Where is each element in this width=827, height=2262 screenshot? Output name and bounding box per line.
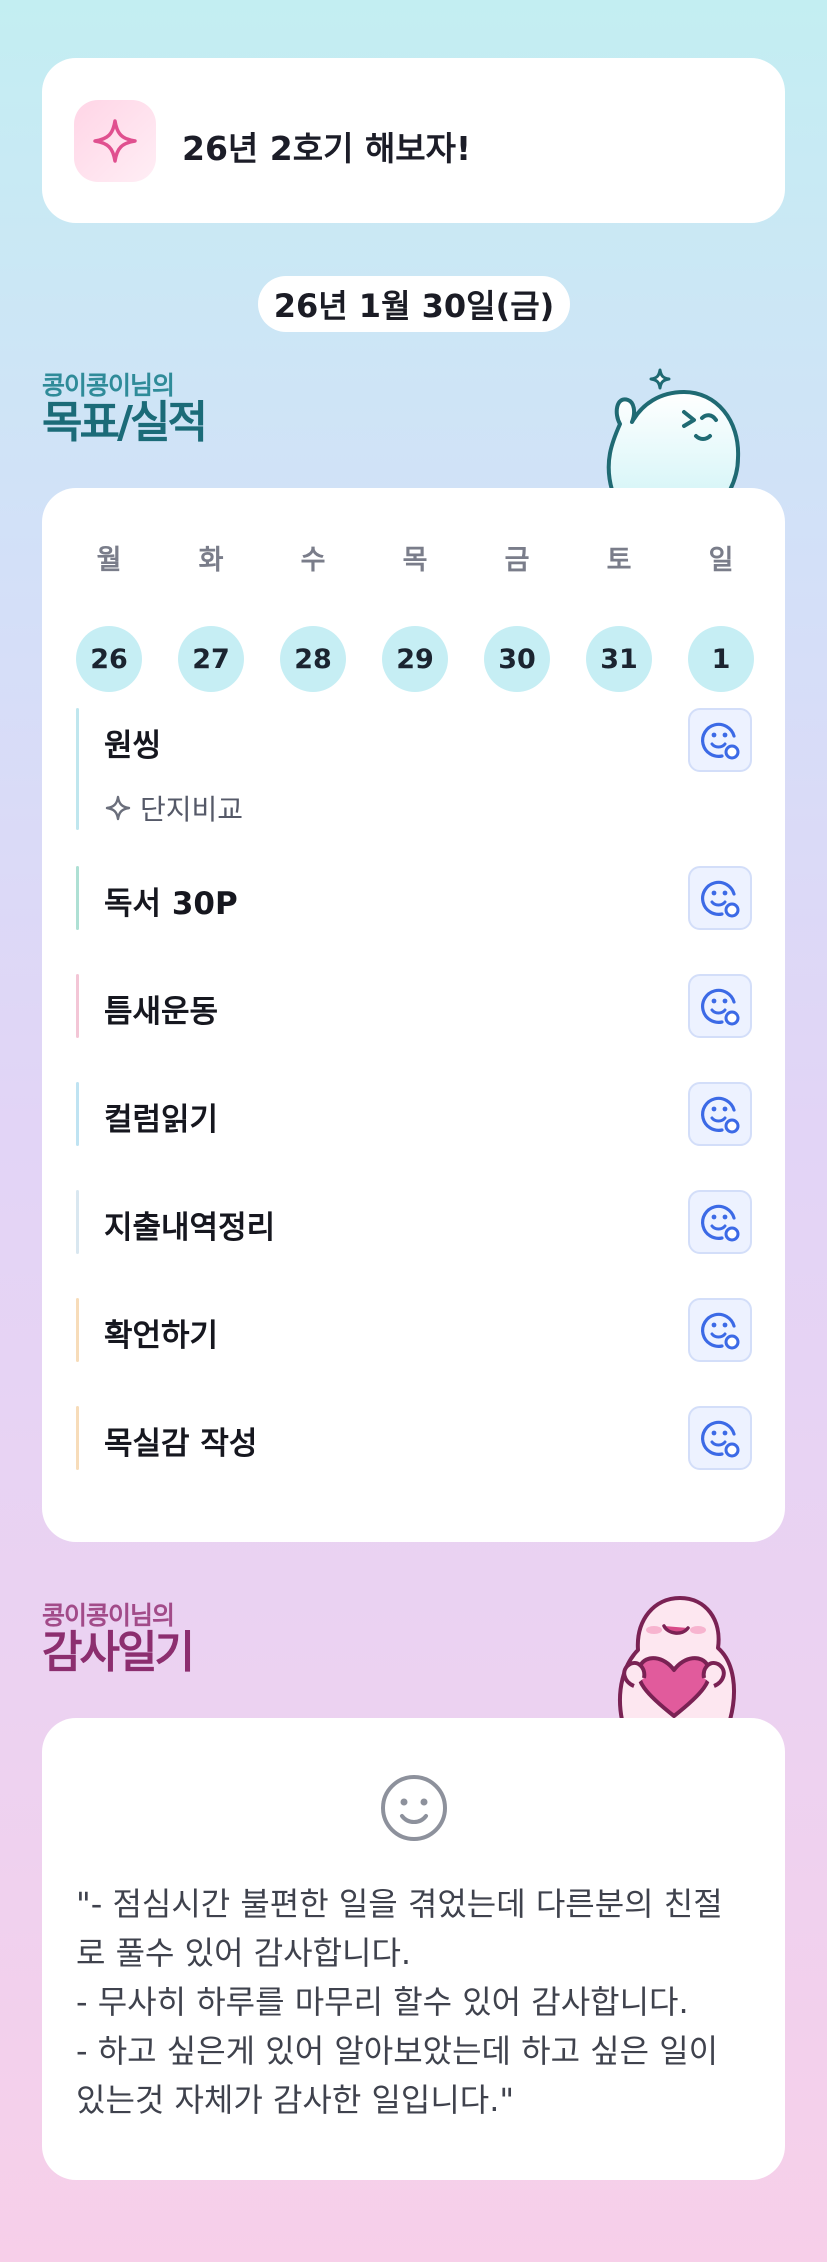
sparkle-icon <box>74 100 156 182</box>
date-circle[interactable]: 27 <box>178 626 244 692</box>
goal-text: 26년 2호기 해보자! <box>182 129 472 168</box>
diary-card[interactable]: "- 점심시간 불편한 일을 겪었는데 다른분의 친절 로 풀수 있어 감사합니… <box>42 1718 785 2180</box>
goal-color-bar <box>76 1190 79 1254</box>
goal-title: 틈새운동 <box>104 994 219 1030</box>
goal-item[interactable]: 지출내역정리 <box>76 1190 752 1254</box>
goal-color-bar <box>76 1082 79 1146</box>
goal-title: 컬럼읽기 <box>104 1102 219 1138</box>
mascot-heart-icon <box>617 1596 736 1720</box>
date-number: 31 <box>600 643 638 675</box>
goal-title: 지출내역정리 <box>104 1210 276 1246</box>
goal-title: 독서 30P <box>104 886 238 922</box>
weekday-label: 화 <box>198 545 224 576</box>
goal-title: 목실감 작성 <box>104 1426 258 1462</box>
goal-color-bar <box>76 866 79 930</box>
smiley-add-icon <box>701 1420 740 1458</box>
emoji-rating-button[interactable] <box>688 974 752 1038</box>
goal-item[interactable]: 컬럼읽기 <box>76 1082 752 1146</box>
weekday-label: 일 <box>708 545 734 576</box>
diary-section-title: 감사일기 <box>42 1627 195 1678</box>
date-circle[interactable]: 1 <box>688 626 754 692</box>
emoji-rating-button[interactable] <box>688 1190 752 1254</box>
goal-subtask-label: 단지비교 <box>140 793 244 826</box>
date-circle[interactable]: 31 <box>586 626 652 692</box>
diary-text: "- 점심시간 불편한 일을 겪었는데 다른분의 친절 로 풀수 있어 감사합니… <box>76 1880 756 2125</box>
emoji-rating-button[interactable] <box>688 1298 752 1362</box>
smiley-add-icon <box>701 1096 740 1134</box>
date-number: 28 <box>294 643 332 675</box>
goal-banner-card[interactable]: 26년 2호기 해보자! <box>42 58 785 223</box>
goal-item[interactable]: 목실감 작성 <box>76 1406 752 1470</box>
sparkle-icon <box>105 795 131 821</box>
goal-color-bar <box>76 1406 79 1470</box>
diary-owner-label: 콩이콩이님의 <box>42 1601 175 1630</box>
emoji-rating-button[interactable] <box>688 708 752 772</box>
emoji-rating-button[interactable] <box>688 1406 752 1470</box>
goal-item[interactable]: 독서 30P <box>76 866 752 930</box>
diary-line: 있는것 자체가 감사한 일입니다." <box>76 2081 515 2119</box>
goal-color-bar <box>76 708 79 830</box>
date-number: 27 <box>192 643 230 675</box>
weekday-label: 수 <box>300 545 326 576</box>
goal-color-bar <box>76 974 79 1038</box>
date-circle[interactable]: 29 <box>382 626 448 692</box>
weekday-label: 월 <box>96 545 122 576</box>
weekday-label: 토 <box>606 545 632 576</box>
mascot-waving-icon <box>606 368 741 492</box>
smiley-add-icon <box>701 1312 740 1350</box>
smiley-add-icon <box>701 988 740 1026</box>
goals-section-heading: 콩이콩이님의 목표/실적 <box>42 371 208 448</box>
goals-card: 월 26 화 27 수 28 목 29 금 30 토 31 일 1 원씽단지비교독서 30P 틈새운동컬럼읽… <box>42 488 785 1542</box>
weekday-label: 금 <box>504 545 530 576</box>
smiley-add-icon <box>701 722 740 760</box>
goal-subtask: 단지비교 <box>104 788 243 828</box>
date-pill[interactable]: 26년 1월 30일(금) <box>258 276 570 332</box>
goal-color-bar <box>76 1298 79 1362</box>
date-number: 30 <box>498 643 536 675</box>
goal-item[interactable]: 확언하기 <box>76 1298 752 1362</box>
date-number: 29 <box>396 643 434 675</box>
weekday-label: 목 <box>402 545 428 576</box>
goal-title: 원씽 <box>104 728 162 764</box>
diary-line: - 무사히 하루를 마무리 할수 있어 감사합니다. <box>76 1983 689 2021</box>
goal-item[interactable]: 원씽단지비교 <box>76 708 752 830</box>
smiley-icon <box>381 1775 447 1841</box>
goal-title: 확언하기 <box>104 1318 219 1354</box>
diary-line: - 하고 싶은게 있어 알아보았는데 하고 싶은 일이 <box>76 2032 719 2070</box>
smiley-add-icon <box>701 880 740 918</box>
date-circle[interactable]: 30 <box>484 626 550 692</box>
diary-section-heading: 콩이콩이님의 감사일기 <box>42 1601 195 1678</box>
date-circle[interactable]: 28 <box>280 626 346 692</box>
smiley-add-icon <box>701 1204 740 1242</box>
date-number: 1 <box>711 643 731 675</box>
emoji-rating-button[interactable] <box>688 1082 752 1146</box>
diary-line: "- 점심시간 불편한 일을 겪었는데 다른분의 친절 <box>76 1885 723 1923</box>
date-number: 26 <box>90 643 128 675</box>
diary-line: 로 풀수 있어 감사합니다. <box>76 1934 412 1972</box>
emoji-rating-button[interactable] <box>688 866 752 930</box>
goals-section-title: 목표/실적 <box>42 397 208 448</box>
date-circle[interactable]: 26 <box>76 626 142 692</box>
goal-item[interactable]: 틈새운동 <box>76 974 752 1038</box>
goals-owner-label: 콩이콩이님의 <box>42 371 175 400</box>
